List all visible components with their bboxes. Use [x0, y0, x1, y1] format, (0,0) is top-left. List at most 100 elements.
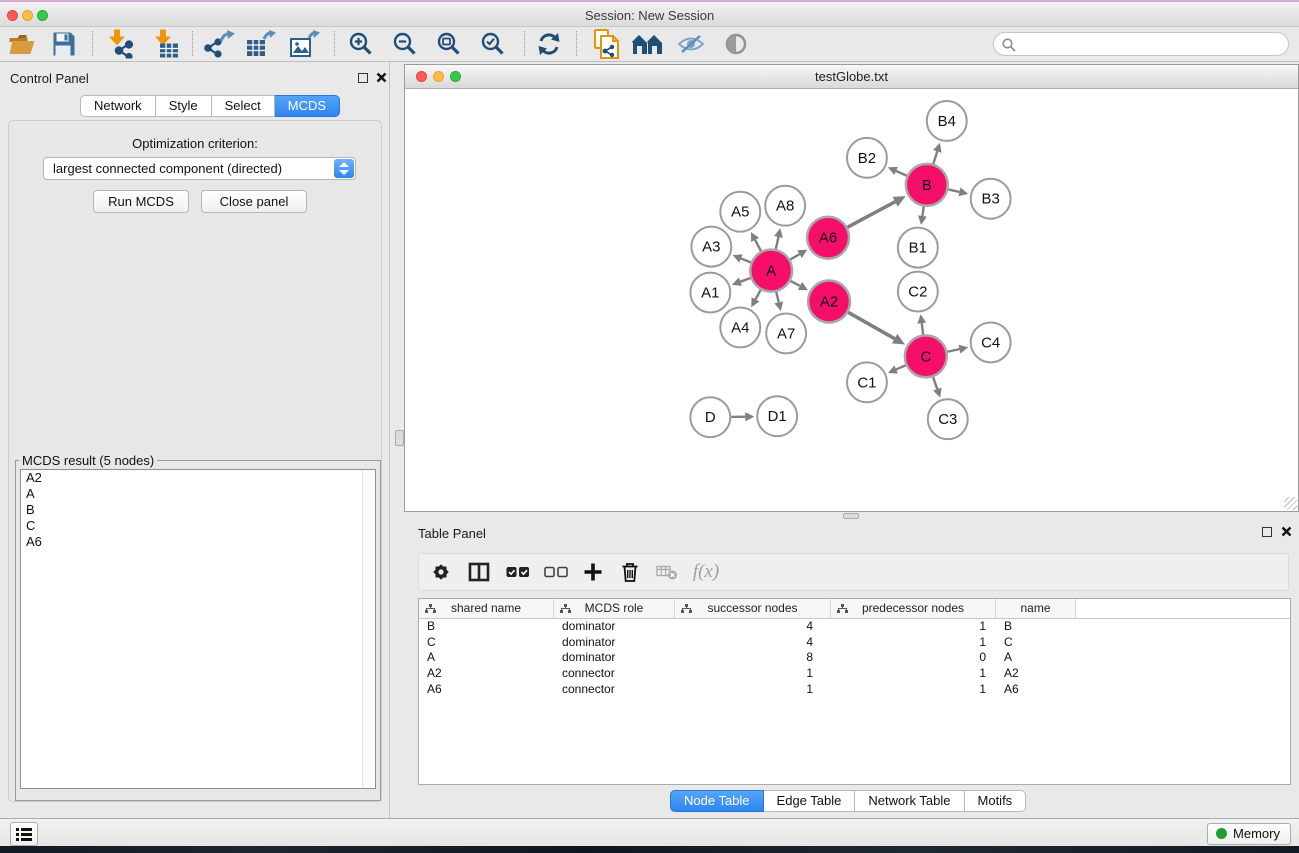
edge-A-A3[interactable]: [741, 258, 751, 262]
tab-motifs[interactable]: Motifs: [965, 790, 1027, 812]
task-history-button[interactable]: [10, 822, 38, 846]
table-settings-gear-icon[interactable]: [432, 563, 451, 582]
refresh-view-icon[interactable]: [537, 32, 561, 56]
hide-graphics-details-icon[interactable]: [677, 33, 705, 55]
tab-edge-table[interactable]: Edge Table: [764, 790, 856, 812]
edge-C-C3[interactable]: [933, 377, 937, 389]
open-session-icon[interactable]: [9, 33, 36, 55]
cell-successor-nodes[interactable]: 8: [675, 650, 831, 666]
cell-mcds-role[interactable]: dominator: [554, 635, 675, 651]
cell-mcds-role[interactable]: connector: [554, 666, 675, 682]
tab-network[interactable]: Network: [80, 95, 156, 117]
horizontal-split-handle[interactable]: [843, 513, 859, 519]
close-panel-icon[interactable]: [376, 72, 387, 83]
tab-network-table[interactable]: Network Table: [855, 790, 964, 812]
cell-predecessor-nodes[interactable]: 1: [831, 635, 996, 651]
copy-current-view-icon[interactable]: [593, 29, 619, 59]
export-image-icon[interactable]: [290, 30, 320, 58]
add-column-icon[interactable]: [585, 564, 602, 581]
cell-predecessor-nodes[interactable]: 1: [831, 682, 996, 698]
criterion-dropdown[interactable]: largest connected component (directed): [43, 157, 356, 180]
cell-successor-nodes[interactable]: 4: [675, 635, 831, 651]
float-table-panel-icon[interactable]: [1262, 527, 1272, 537]
result-item[interactable]: B: [21, 502, 375, 518]
edge-B-B3[interactable]: [948, 189, 959, 191]
cell-shared-name[interactable]: A2: [419, 666, 554, 682]
tab-select[interactable]: Select: [212, 95, 275, 117]
result-list-scrollbar[interactable]: [362, 470, 375, 788]
edge-A-A5[interactable]: [755, 240, 761, 251]
vertical-split-handle[interactable]: [395, 430, 404, 446]
delete-table-icon[interactable]: [656, 564, 678, 581]
mcds-result-list[interactable]: A2 A B C A6: [20, 469, 376, 789]
cell-successor-nodes[interactable]: 1: [675, 682, 831, 698]
cell-successor-nodes[interactable]: 1: [675, 666, 831, 682]
search-field[interactable]: [993, 32, 1289, 56]
edge-C-C1[interactable]: [896, 365, 906, 369]
edge-A-A6[interactable]: [790, 254, 799, 259]
edge-A-A8[interactable]: [776, 237, 779, 249]
edge-B-B1[interactable]: [922, 207, 923, 217]
cell-mcds-role[interactable]: dominator: [554, 650, 675, 666]
export-table-icon[interactable]: [246, 30, 276, 58]
cell-mcds-role[interactable]: dominator: [554, 619, 675, 635]
show-graphics-details-icon[interactable]: [725, 33, 747, 55]
cell-shared-name[interactable]: B: [419, 619, 554, 635]
network-window-titlebar[interactable]: testGlobe.txt: [405, 65, 1298, 89]
column-header-successor-nodes[interactable]: successor nodes: [675, 599, 831, 618]
cell-shared-name[interactable]: A: [419, 650, 554, 666]
edge-A-A2[interactable]: [791, 281, 800, 286]
tab-mcds[interactable]: MCDS: [275, 95, 340, 117]
table-row[interactable]: A dominator 8 0 A: [419, 650, 1290, 666]
result-item[interactable]: A2: [21, 470, 375, 486]
edge-A-A1[interactable]: [740, 278, 750, 282]
edge-B-B4[interactable]: [933, 151, 937, 163]
import-table-icon[interactable]: [153, 30, 179, 59]
cell-mcds-role[interactable]: connector: [554, 682, 675, 698]
edge-A-A4[interactable]: [756, 290, 761, 300]
edge-A6-B[interactable]: [847, 202, 895, 228]
cell-predecessor-nodes[interactable]: 0: [831, 650, 996, 666]
zoom-selected-icon[interactable]: [481, 32, 506, 57]
cell-shared-name[interactable]: A6: [419, 682, 554, 698]
import-network-icon[interactable]: [106, 30, 134, 59]
tab-style[interactable]: Style: [156, 95, 212, 117]
save-session-icon[interactable]: [52, 33, 75, 56]
export-network-icon[interactable]: [203, 30, 235, 58]
show-columns-icon[interactable]: [469, 563, 490, 582]
resize-grip-icon[interactable]: [1284, 497, 1297, 510]
cell-name[interactable]: C: [996, 635, 1076, 651]
close-panel-button[interactable]: Close panel: [201, 190, 307, 213]
edge-B-B2[interactable]: [896, 171, 907, 176]
edge-A2-C[interactable]: [848, 312, 894, 338]
table-row[interactable]: C dominator 4 1 C: [419, 635, 1290, 651]
cell-name[interactable]: B: [996, 619, 1076, 635]
edge-C-C4[interactable]: [947, 349, 959, 352]
search-input[interactable]: [1020, 34, 1280, 54]
select-all-rows-icon[interactable]: [506, 566, 530, 578]
zoom-fit-icon[interactable]: [437, 32, 462, 57]
delete-column-icon[interactable]: [622, 562, 639, 582]
tab-node-table[interactable]: Node Table: [670, 790, 764, 812]
edge-A-A7[interactable]: [776, 292, 778, 302]
deselect-all-rows-icon[interactable]: [544, 566, 568, 578]
cell-shared-name[interactable]: C: [419, 635, 554, 651]
zoom-out-icon[interactable]: [393, 32, 418, 57]
table-row[interactable]: A6 connector 1 1 A6: [419, 682, 1290, 698]
column-header-predecessor-nodes[interactable]: predecessor nodes: [831, 599, 996, 618]
table-row[interactable]: A2 connector 1 1 A2: [419, 666, 1290, 682]
run-mcds-button[interactable]: Run MCDS: [93, 190, 189, 213]
cell-name[interactable]: A2: [996, 666, 1076, 682]
cell-name[interactable]: A: [996, 650, 1076, 666]
cell-predecessor-nodes[interactable]: 1: [831, 666, 996, 682]
memory-button[interactable]: Memory: [1207, 823, 1291, 845]
cell-name[interactable]: A6: [996, 682, 1076, 698]
cell-predecessor-nodes[interactable]: 1: [831, 619, 996, 635]
cell-successor-nodes[interactable]: 4: [675, 619, 831, 635]
table-row[interactable]: B dominator 4 1 B: [419, 619, 1290, 635]
result-item[interactable]: C: [21, 518, 375, 534]
column-header-name[interactable]: name: [996, 599, 1076, 618]
column-header-mcds-role[interactable]: MCDS role: [554, 599, 675, 618]
network-canvas[interactable]: B4B2BB3B1A5A8A6A3AA1A2C2A4A7CC4C1C3DD1: [405, 90, 1298, 511]
zoom-in-icon[interactable]: [349, 32, 374, 57]
